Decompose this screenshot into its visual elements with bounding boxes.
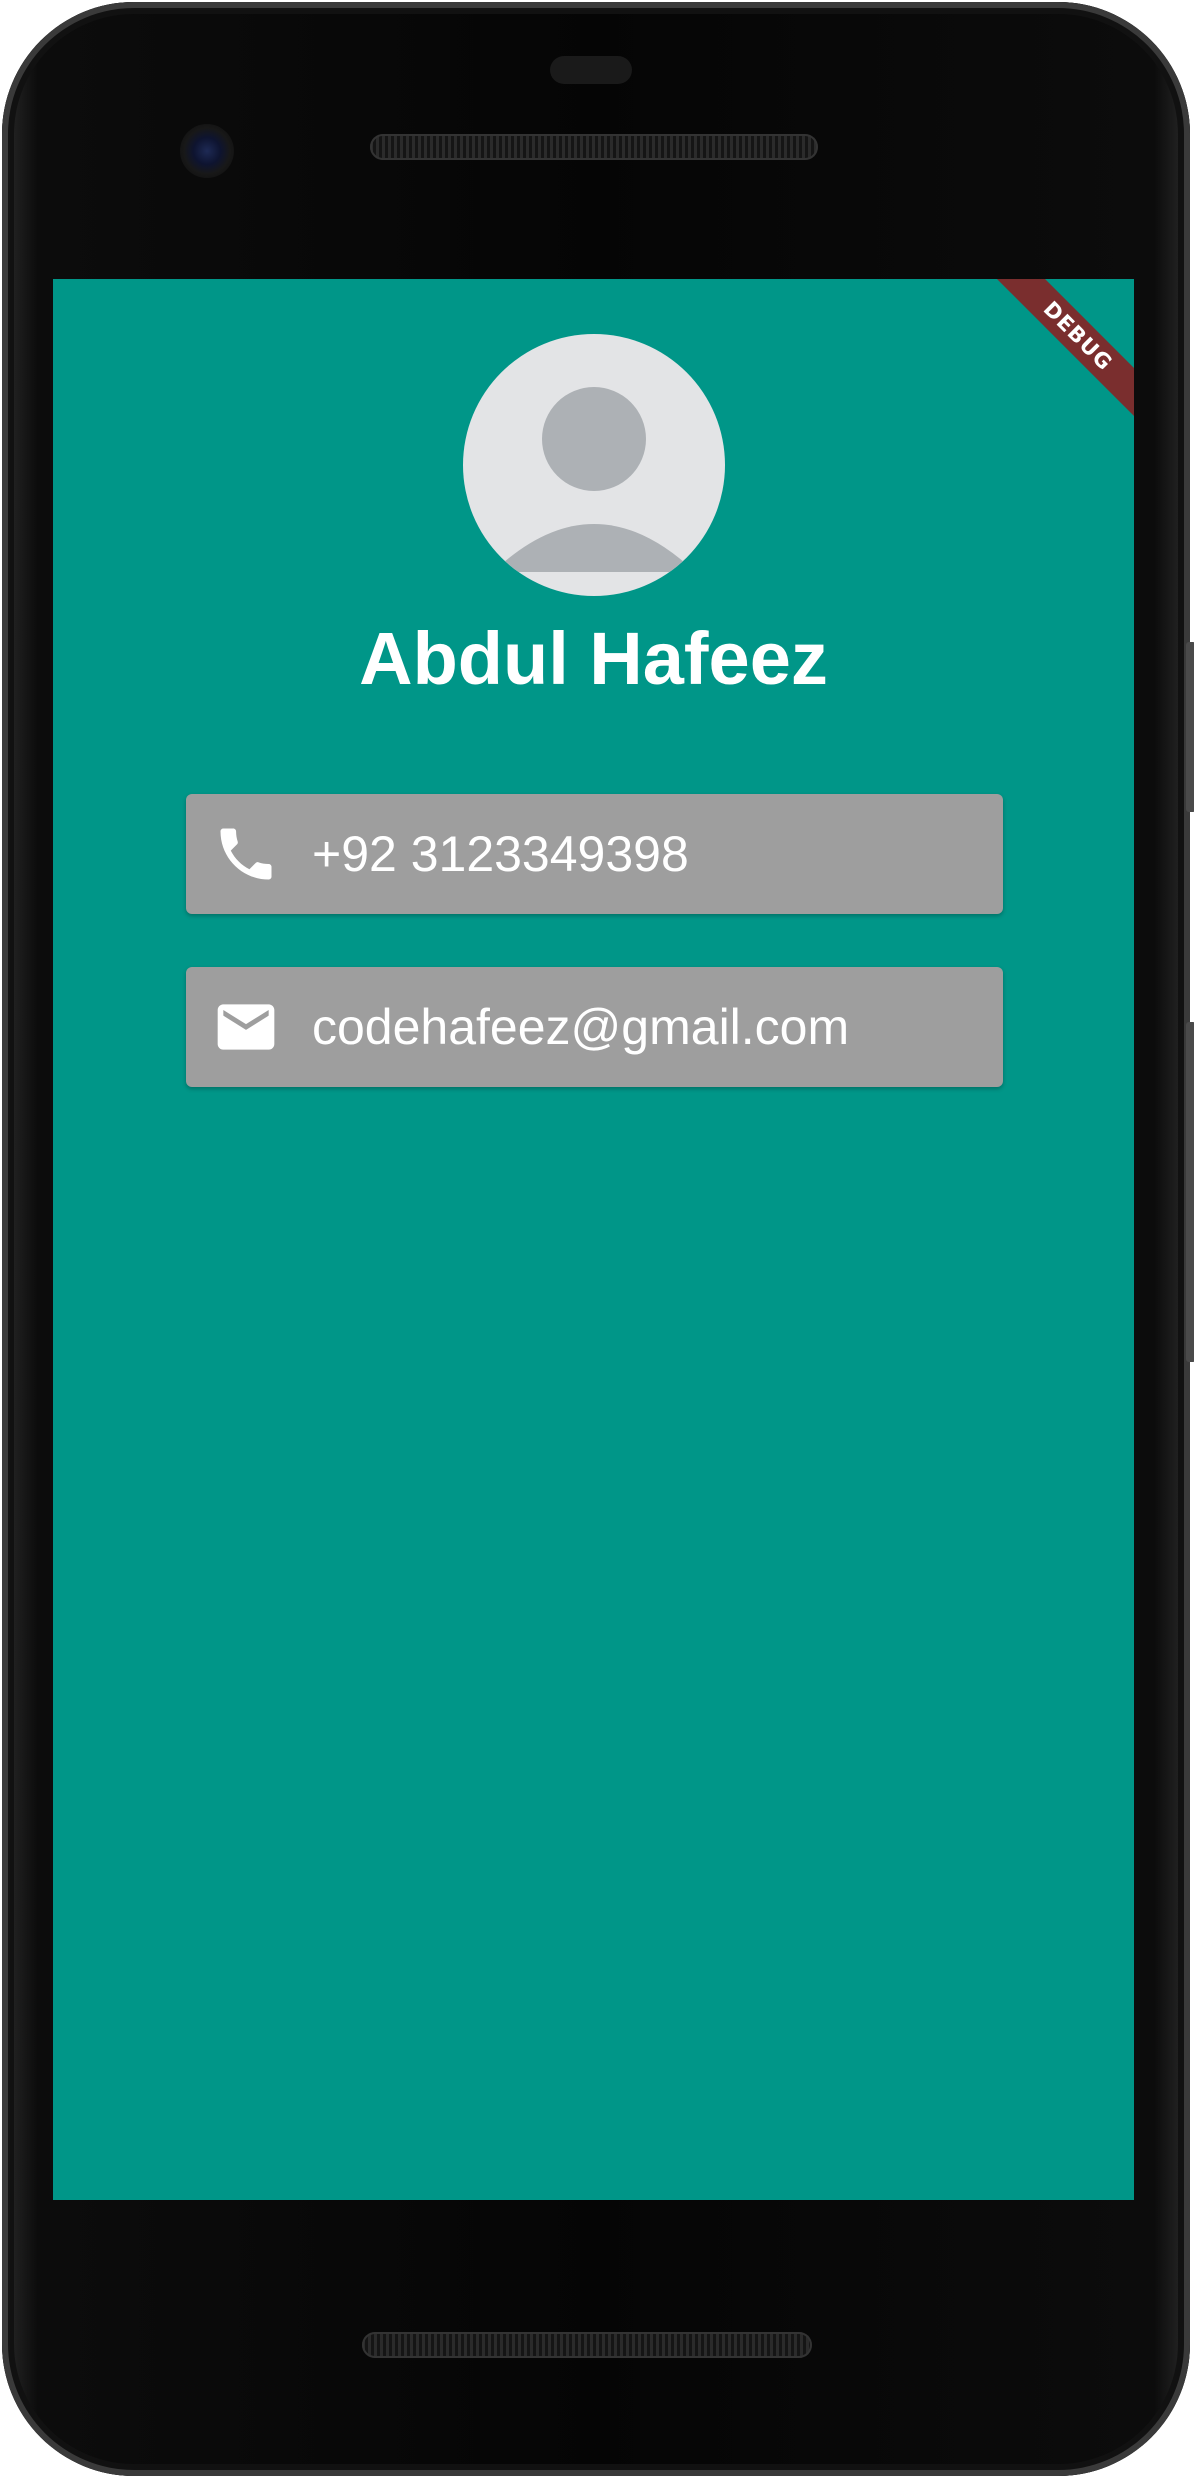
bottom-speaker-grille: [362, 2332, 812, 2358]
mail-icon: [217, 1004, 275, 1050]
top-speaker-grille: [370, 134, 818, 160]
volume-button: [1186, 1022, 1194, 1362]
phone-number: +92 3123349398: [312, 826, 689, 882]
power-button: [1186, 642, 1194, 812]
email-address: codehafeez@gmail.com: [312, 999, 850, 1055]
email-card[interactable]: codehafeez@gmail.com: [186, 967, 1003, 1087]
default-user-avatar-icon: [493, 387, 695, 572]
profile-name: Abdul Hafeez: [359, 617, 828, 700]
earpiece: [550, 56, 632, 84]
avatar: [463, 334, 725, 596]
phone-card[interactable]: +92 3123349398: [186, 794, 1003, 914]
debug-banner: DEBUG: [995, 279, 1134, 419]
app-screen: DEBUG Abdul Hafeez +92 3123349398 codeha…: [53, 279, 1134, 2200]
front-camera: [180, 124, 234, 178]
phone-device-frame: DEBUG Abdul Hafeez +92 3123349398 codeha…: [2, 2, 1194, 2476]
phone-icon: [220, 828, 272, 880]
